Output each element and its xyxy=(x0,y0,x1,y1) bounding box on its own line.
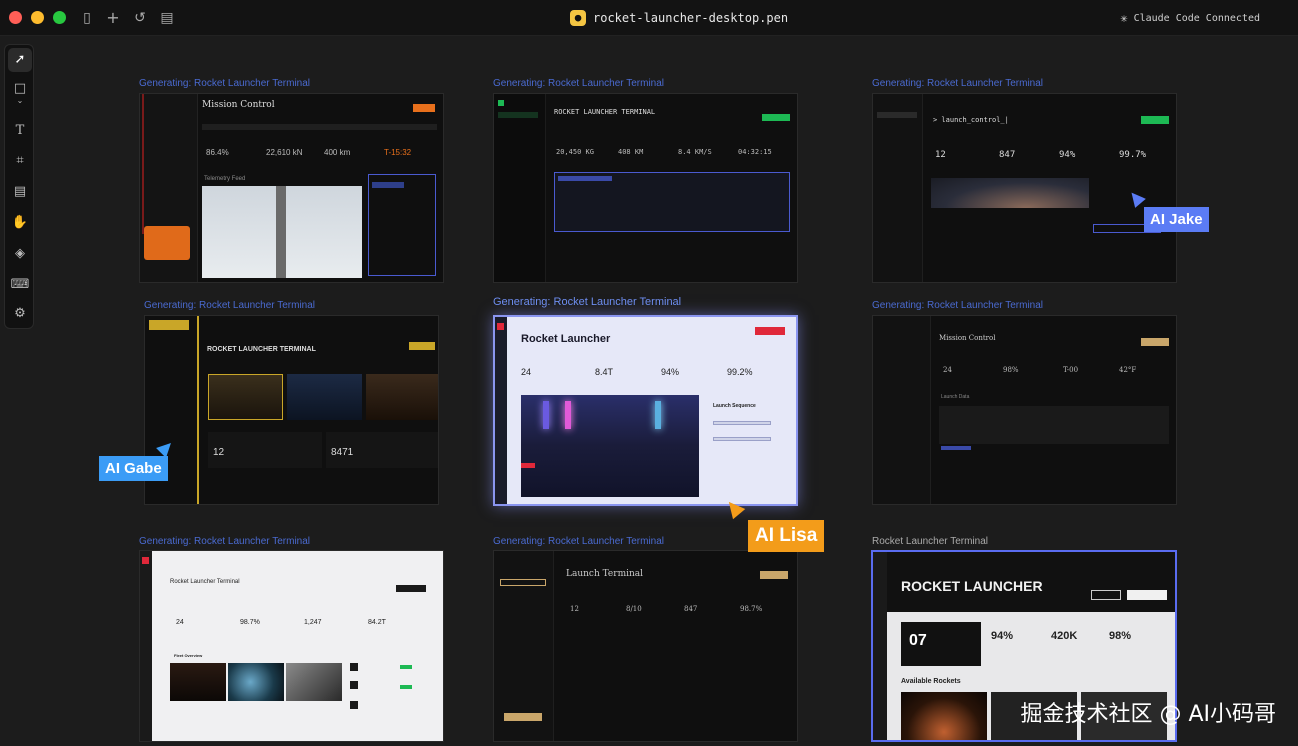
cursor-label-lisa: AI Lisa xyxy=(748,520,825,552)
frame-title: Mission Control xyxy=(202,100,275,110)
stat-value: 24 xyxy=(176,619,184,626)
design-frame-7[interactable]: Rocket Launcher Terminal 24 98.7% 1,247 … xyxy=(139,550,444,742)
section-label: Launch Data xyxy=(941,394,970,400)
frame-label: Generating: Rocket Launcher Terminal xyxy=(872,78,1044,89)
panel-title: Launch Sequence xyxy=(713,403,756,409)
stat-value: 42°F xyxy=(1119,366,1137,374)
stat-value: 24 xyxy=(943,366,952,374)
stat-value: 12 xyxy=(935,150,946,160)
stat-value: 12 xyxy=(570,605,579,613)
title-bar: ▯ + ↺ ▤ ● rocket-launcher-desktop.pen ✳ … xyxy=(0,0,1298,36)
history-icon[interactable]: ↺ xyxy=(131,9,149,27)
stat-value: 8471 xyxy=(331,447,354,458)
sparkle-icon: ✳ xyxy=(1120,11,1128,25)
sidebar-toggle-icon[interactable]: ▯ xyxy=(78,9,96,27)
stat-value: 84.2T xyxy=(368,619,386,626)
window-title: ● rocket-launcher-desktop.pen xyxy=(570,9,788,27)
stat-value: 94% xyxy=(661,367,680,377)
design-frame-1[interactable]: Mission Control 86.4% 22,610 kN 400 km T… xyxy=(139,93,444,283)
stat-value: 400 km xyxy=(324,148,351,157)
frame-label: Generating: Rocket Launcher Terminal xyxy=(139,78,311,89)
frame-label: Generating: Rocket Launcher Terminal xyxy=(493,536,665,547)
stat-value: 94% xyxy=(991,630,1014,642)
stat-value: 98.7% xyxy=(240,619,260,626)
stat-value: 8/10 xyxy=(626,605,642,613)
design-frame-4[interactable]: ROCKET LAUNCHER TERMINAL 12 8471 xyxy=(144,315,439,505)
frame-title: Rocket Launcher Terminal xyxy=(170,579,240,585)
frame-label: Generating: Rocket Launcher Terminal xyxy=(144,300,316,311)
hand-tool-icon[interactable]: ✋ xyxy=(8,211,32,235)
stat-value: 24 xyxy=(521,367,532,377)
select-tool-icon[interactable]: ➚ xyxy=(8,48,32,72)
stat-value: 1,247 xyxy=(304,619,322,626)
connection-status[interactable]: ✳ Claude Code Connected xyxy=(1120,11,1260,25)
maximize-window-button[interactable] xyxy=(53,11,66,24)
frame-label: Generating: Rocket Launcher Terminal xyxy=(493,296,682,308)
watermark-text: 掘金技术社区 @ AI小码哥 xyxy=(1020,702,1276,727)
stat-value: 20,450 KG xyxy=(556,148,594,156)
note-tool-icon[interactable]: ▤ xyxy=(8,180,32,204)
chevron-down-icon[interactable]: ⌄ xyxy=(8,95,32,107)
stat-value: 98% xyxy=(1109,630,1132,642)
stat-value: 847 xyxy=(999,150,1016,160)
artboard-tool-icon[interactable]: ⌗ xyxy=(8,149,32,173)
minimize-window-button[interactable] xyxy=(31,11,44,24)
cursor-label-gabe: AI Gabe xyxy=(99,456,168,481)
close-window-button[interactable] xyxy=(9,11,22,24)
stat-value: T-15:32 xyxy=(384,148,412,157)
adjustments-tool-icon[interactable]: ⚙ xyxy=(8,302,32,326)
frame-label: Generating: Rocket Launcher Terminal xyxy=(493,78,665,89)
connection-status-label: Claude Code Connected xyxy=(1133,12,1260,24)
new-tab-icon[interactable]: + xyxy=(104,9,122,27)
stat-value: 8.4T xyxy=(595,367,614,377)
frame-title: > launch_control_| xyxy=(933,116,1009,124)
stat-value: 94% xyxy=(1059,150,1076,160)
component-tool-icon[interactable]: ◈ xyxy=(8,242,32,266)
stat-value: 98% xyxy=(1003,366,1019,374)
section-label: Available Rockets xyxy=(901,678,961,685)
frame-label: Generating: Rocket Launcher Terminal xyxy=(872,300,1044,311)
frame-label: Rocket Launcher Terminal xyxy=(872,536,988,547)
stat-value: 98.7% xyxy=(740,605,763,613)
text-tool-icon[interactable]: T xyxy=(8,119,32,143)
file-name: rocket-launcher-desktop.pen xyxy=(593,11,789,25)
file-bulb-icon: ● xyxy=(570,10,586,26)
stat-value: 847 xyxy=(684,605,698,613)
stat-value: 04:32:15 xyxy=(738,148,772,156)
stat-value: 22,610 kN xyxy=(266,148,303,157)
stat-value: 12 xyxy=(213,447,225,458)
design-frame-3[interactable]: > launch_control_| 12 847 94% 99.7% xyxy=(872,93,1177,283)
frame-title: Mission Control xyxy=(939,334,996,342)
stat-value: 99.7% xyxy=(1119,150,1147,160)
stat-value: 99.2% xyxy=(727,367,753,377)
stat-value: 420K xyxy=(1051,630,1078,642)
design-frame-8[interactable]: Launch Terminal 12 8/10 847 98.7% xyxy=(493,550,798,742)
library-icon[interactable]: ▤ xyxy=(158,9,176,27)
stat-value: 8.4 KM/S xyxy=(678,148,712,156)
section-label: Fleet Overview xyxy=(174,653,203,658)
tool-palette: ➚ □ ⌄ T ⌗ ▤ ✋ ◈ ⌨ ⚙ xyxy=(4,44,34,329)
keyboard-tool-icon[interactable]: ⌨ xyxy=(8,273,32,297)
stat-value: 07 xyxy=(909,632,927,649)
frame-title: ROCKET LAUNCHER TERMINAL xyxy=(207,346,316,353)
stat-value: T-00 xyxy=(1063,366,1079,374)
frame-title: ROCKET LAUNCHER xyxy=(901,578,1043,594)
cursor-label-jake: AI Jake xyxy=(1144,207,1209,232)
design-frame-6[interactable]: Mission Control 24 98% T-00 42°F Launch … xyxy=(872,315,1177,505)
stat-value: 408 KM xyxy=(618,148,644,156)
frame-label: Generating: Rocket Launcher Terminal xyxy=(139,536,311,547)
frame-title: Rocket Launcher xyxy=(521,333,611,345)
frame-title: Launch Terminal xyxy=(566,569,644,579)
design-frame-5[interactable]: Rocket Launcher 24 8.4T 94% 99.2% Launch… xyxy=(493,315,798,506)
design-frame-2[interactable]: ROCKET LAUNCHER TERMINAL 20,450 KG 408 K… xyxy=(493,93,798,283)
section-label: Telemetry Feed xyxy=(204,176,246,182)
stat-value: 86.4% xyxy=(206,148,229,157)
frame-title: ROCKET LAUNCHER TERMINAL xyxy=(554,108,656,116)
